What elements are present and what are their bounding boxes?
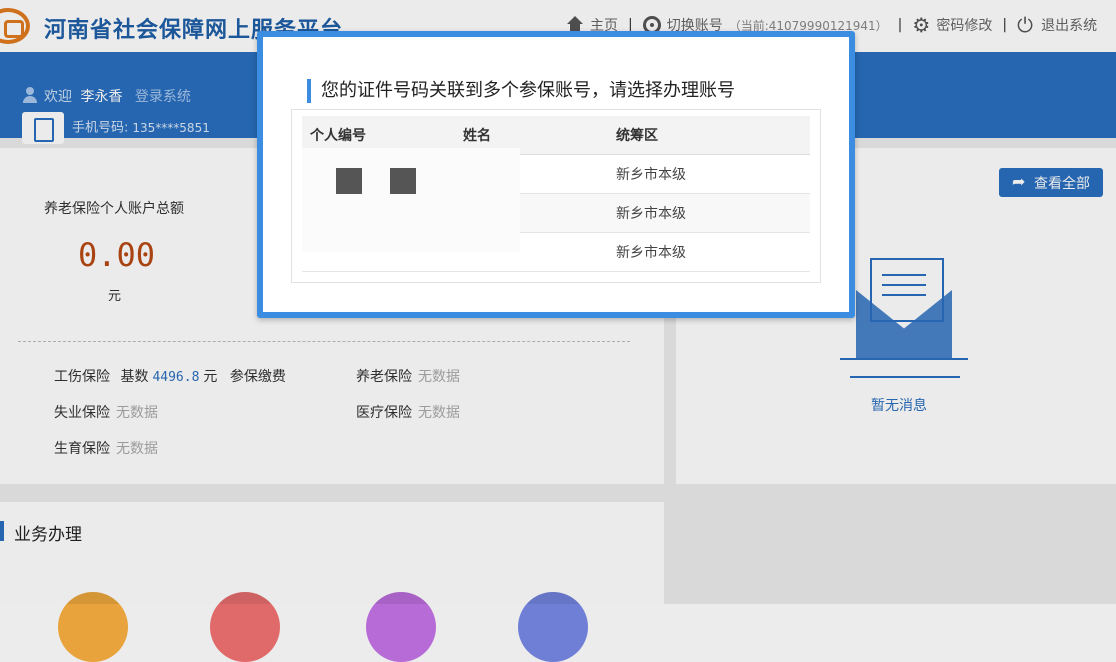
redaction-block <box>390 168 416 194</box>
modal-title: 您的证件号码关联到多个参保账号，请选择办理账号 <box>307 79 735 103</box>
cell-region: 新乡市本级 <box>608 232 810 272</box>
account-table-box: 个人编号 姓名 统筹区 新乡市本级 新乡市本级 新乡市本级 <box>291 109 821 283</box>
cell-region: 新乡市本级 <box>608 193 810 233</box>
column-header: 统筹区 <box>608 116 810 155</box>
redaction-block <box>336 168 362 194</box>
cell-region: 新乡市本级 <box>608 154 810 194</box>
account-select-modal: 您的证件号码关联到多个参保账号，请选择办理账号 个人编号 姓名 统筹区 新乡市本… <box>257 31 855 318</box>
redaction-mask <box>302 148 520 252</box>
